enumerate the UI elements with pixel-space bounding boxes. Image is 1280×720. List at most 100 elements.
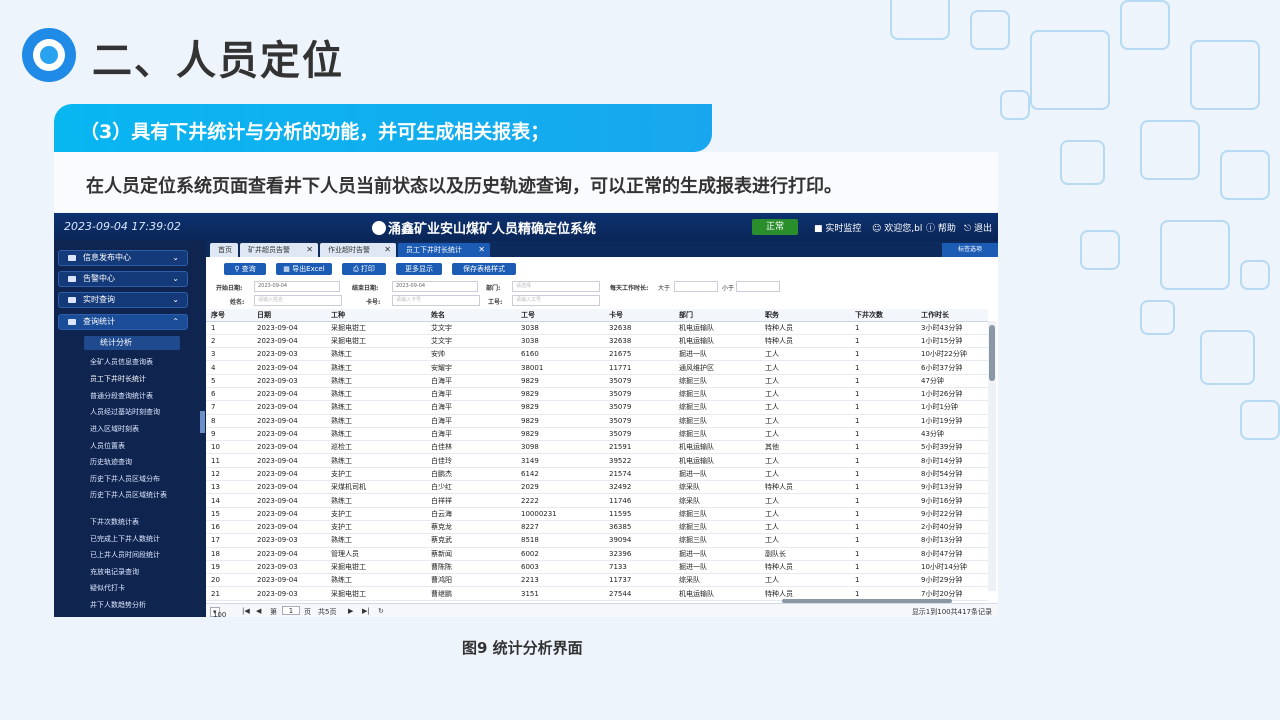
scrollbar-thumb[interactable] [989,325,995,381]
sidebar-item[interactable]: 进入区域时刻表 [90,424,139,434]
description-text: 在人员定位系统页面查看井下人员当前状态以及历史轨迹查询，可以正常的生成报表进行打… [86,176,842,197]
tab-overstaff-alarm[interactable]: 矿井超员告警 ✕ [240,243,318,257]
column-header[interactable]: 姓名 [426,309,516,322]
table-row[interactable]: 7 2023-09-04 熟练工 白海平 9829 35079 综掘三队 工人 1 1小时1分钟 [206,400,988,415]
tab-options-button[interactable]: 标签选项 [942,243,998,257]
column-header[interactable]: 下井次数 [850,309,916,322]
column-header[interactable]: 部门 [674,309,760,322]
table-cell: 1 [850,440,916,455]
sidebar-item[interactable]: 普通分段查询统计表 [90,391,153,401]
query-button[interactable]: ⚲ 查询 [224,263,266,275]
close-icon[interactable]: ✕ [478,243,485,257]
worktime-min-input[interactable] [674,281,718,292]
export-excel-button[interactable]: ▦ 导出Excel [276,263,332,275]
table-row[interactable]: 14 2023-09-04 熟练工 白祥祥 2222 11746 综采队 工人 1 9小时16分钟 [206,493,988,508]
print-button[interactable]: ⎙ 打印 [342,263,386,275]
table-cell: 2023-09-04 [252,520,326,535]
sidebar-item[interactable]: 全矿人员信息查询表 [90,357,153,367]
next-page-button[interactable]: ▶ [348,607,353,615]
table-row[interactable]: 15 2023-09-04 支护工 白云海 10000231 11595 综掘三队 工人 1 9小… [206,507,988,521]
app-title: 涌鑫矿业安山煤矿人员精确定位系统 [372,218,596,237]
sidebar-item-active[interactable]: 员工下井时长统计 [90,374,146,384]
sidebar-item[interactable]: 疑似代打卡 [90,583,125,593]
sidebar-item[interactable]: 人员经过基站时刻查询 [90,407,160,417]
table-cell: 2023-09-04 [252,387,326,402]
page-number-input[interactable]: 1 [282,606,300,615]
table-cell: 6160 [516,347,604,362]
table-row[interactable]: 16 2023-09-04 支护工 蔡克龙 8227 36385 综掘三队 工人 1 2小时40分… [206,520,988,535]
sidebar-item[interactable]: 历史轨迹查询 [90,457,132,467]
close-icon[interactable]: ✕ [306,243,313,257]
sidebar-submenu-analysis[interactable]: 统计分析 [84,336,180,350]
tab-home[interactable]: 首页 [210,243,238,257]
save-table-style-button[interactable]: 保存表格样式 [452,263,516,275]
table-cell: 熟练工 [326,360,426,375]
start-date-input[interactable]: 2023-09-04 [254,281,340,292]
table-row[interactable]: 12 2023-09-04 支护工 白鹏杰 6142 21574 掘进一队 工人 1 8小时54分… [206,467,988,482]
column-header[interactable]: 日期 [252,309,326,322]
more-display-button[interactable]: 更多显示 [396,263,442,275]
sidebar-item[interactable]: 历史下井人员区域分布 [90,474,160,484]
department-select[interactable]: 请选择 [512,281,600,292]
sidebar-item[interactable]: 历史下井人员区域统计表 [90,490,174,500]
table-row[interactable]: 10 2023-09-04 巡检工 白佳林 3098 21591 机电运输队 其他 1 5小时39… [206,440,988,455]
table-cell: 白海平 [426,400,516,415]
refresh-icon[interactable]: ↻ [378,607,384,615]
help-button[interactable]: ⓘ 帮助 [926,221,956,234]
column-header[interactable]: 序号 [206,309,252,322]
sidebar-item[interactable]: 已完成上下井人数统计 [90,534,160,544]
table-row[interactable]: 6 2023-09-04 熟练工 白海平 9829 35079 综掘三队 工人 1 1小时26分钟 [206,387,988,402]
employee-number-input[interactable]: 请输入工号 [512,295,600,306]
table-cell: 综掘三队 [674,520,760,535]
table-cell: 2023-09-04 [252,453,326,468]
table-row[interactable]: 4 2023-09-04 熟练工 安耀宇 38001 11771 通风维护区 工人 1 6小时37… [206,360,988,375]
sidebar-menu-alarm[interactable]: 告警中心 ⌄ [58,271,188,287]
sidebar-item[interactable]: 已上井人员时间段统计 [90,550,160,560]
worktime-max-input[interactable] [736,281,780,292]
column-header[interactable]: 工号 [516,309,604,322]
close-icon[interactable]: ✕ [384,243,391,257]
table-row[interactable]: 20 2023-09-04 熟练工 曹鸿阳 2213 11737 综采队 工人 1 9小时29分钟 [206,573,988,588]
table-row[interactable]: 3 2023-09-03 熟练工 安帅 6160 21675 掘进一队 工人 1 10小时22分钟 [206,347,988,362]
sidebar-menu-realtime[interactable]: 实时查询 ⌄ [58,292,188,308]
sidebar-menu-statistics[interactable]: 查询统计 ⌃ [58,314,188,330]
logout-button[interactable]: ⎋ 退出 [964,221,992,234]
tab-overtime-alarm[interactable]: 作业超时告警 ✕ [320,243,396,257]
column-header[interactable]: 工种 [326,309,426,322]
table-cell: 综掘三队 [674,414,760,428]
table-row[interactable]: 17 2023-09-03 熟练工 蔡克武 8518 39094 综掘三队 工人 1 8小时13分… [206,533,988,548]
page-size-select[interactable]: 100 ▾ [210,607,226,617]
card-input[interactable]: 请输入卡号 [392,295,480,306]
table-row[interactable]: 18 2023-09-04 管理人员 蔡新闻 6002 32396 掘进一队 副队长 1 8小时4… [206,547,988,561]
column-header[interactable]: 职务 [760,309,850,322]
sidebar-menu-info[interactable]: 信息发布中心 ⌄ [58,250,188,266]
user-button[interactable]: ☺ 欢迎您,bl [872,221,922,234]
table-row[interactable]: 13 2023-09-04 采煤机司机 白少红 2029 32492 综采队 特种人员 1 9小时… [206,480,988,495]
table-row[interactable]: 5 2023-09-03 熟练工 白海平 9829 35079 综掘三队 工人 1 47分钟 [206,374,988,388]
table-row[interactable]: 19 2023-09-03 采掘电钳工 曹陈陈 6003 7133 掘进一队 特种人员 1 10小… [206,560,988,575]
vertical-scrollbar[interactable] [988,321,996,591]
table-row[interactable]: 1 2023-09-04 采掘电钳工 艾文宇 3038 32638 机电运输队 特种人员 1 3小… [206,321,988,335]
column-header[interactable]: 卡号 [604,309,674,322]
realtime-monitor-button[interactable]: ■ 实时监控 [814,221,861,234]
name-input[interactable]: 请输入姓名 [254,295,342,306]
button-label: 打印 [360,265,375,273]
table-cell: 39094 [604,533,674,548]
table-row[interactable]: 9 2023-09-04 熟练工 白海平 9829 35079 综掘三队 工人 1 43分钟 [206,427,988,442]
first-page-button[interactable]: |◀ [242,607,250,615]
sidebar-collapse-handle[interactable] [200,411,205,433]
end-date-input[interactable]: 2023-09-04 [392,281,478,292]
tab-worktime-stats[interactable]: 员工下井时长统计 ✕ [398,243,490,257]
table-cell: 21675 [604,347,674,362]
alarm-icon [68,276,76,282]
sidebar-item[interactable]: 人员位置表 [90,441,125,451]
sidebar-item[interactable]: 充放电记录查询 [90,567,139,577]
table-row[interactable]: 11 2023-09-04 熟练工 白佳玲 3149 39522 机电运输队 工人 1 8小时14… [206,453,988,468]
sidebar-item[interactable]: 井下人数趋势分析 [90,600,146,610]
table-row[interactable]: 8 2023-09-04 熟练工 白海平 9829 35079 综掘三队 工人 1 1小时19分钟 [206,414,988,428]
sidebar-item[interactable]: 下井次数统计表 [90,517,139,527]
column-header[interactable]: 工作时长 [916,309,988,322]
prev-page-button[interactable]: ◀ [256,607,261,615]
last-page-button[interactable]: ▶| [362,607,370,615]
table-row[interactable]: 2 2023-09-04 采掘电钳工 艾文宇 3038 32638 机电运输队 特种人员 1 1小… [206,334,988,349]
